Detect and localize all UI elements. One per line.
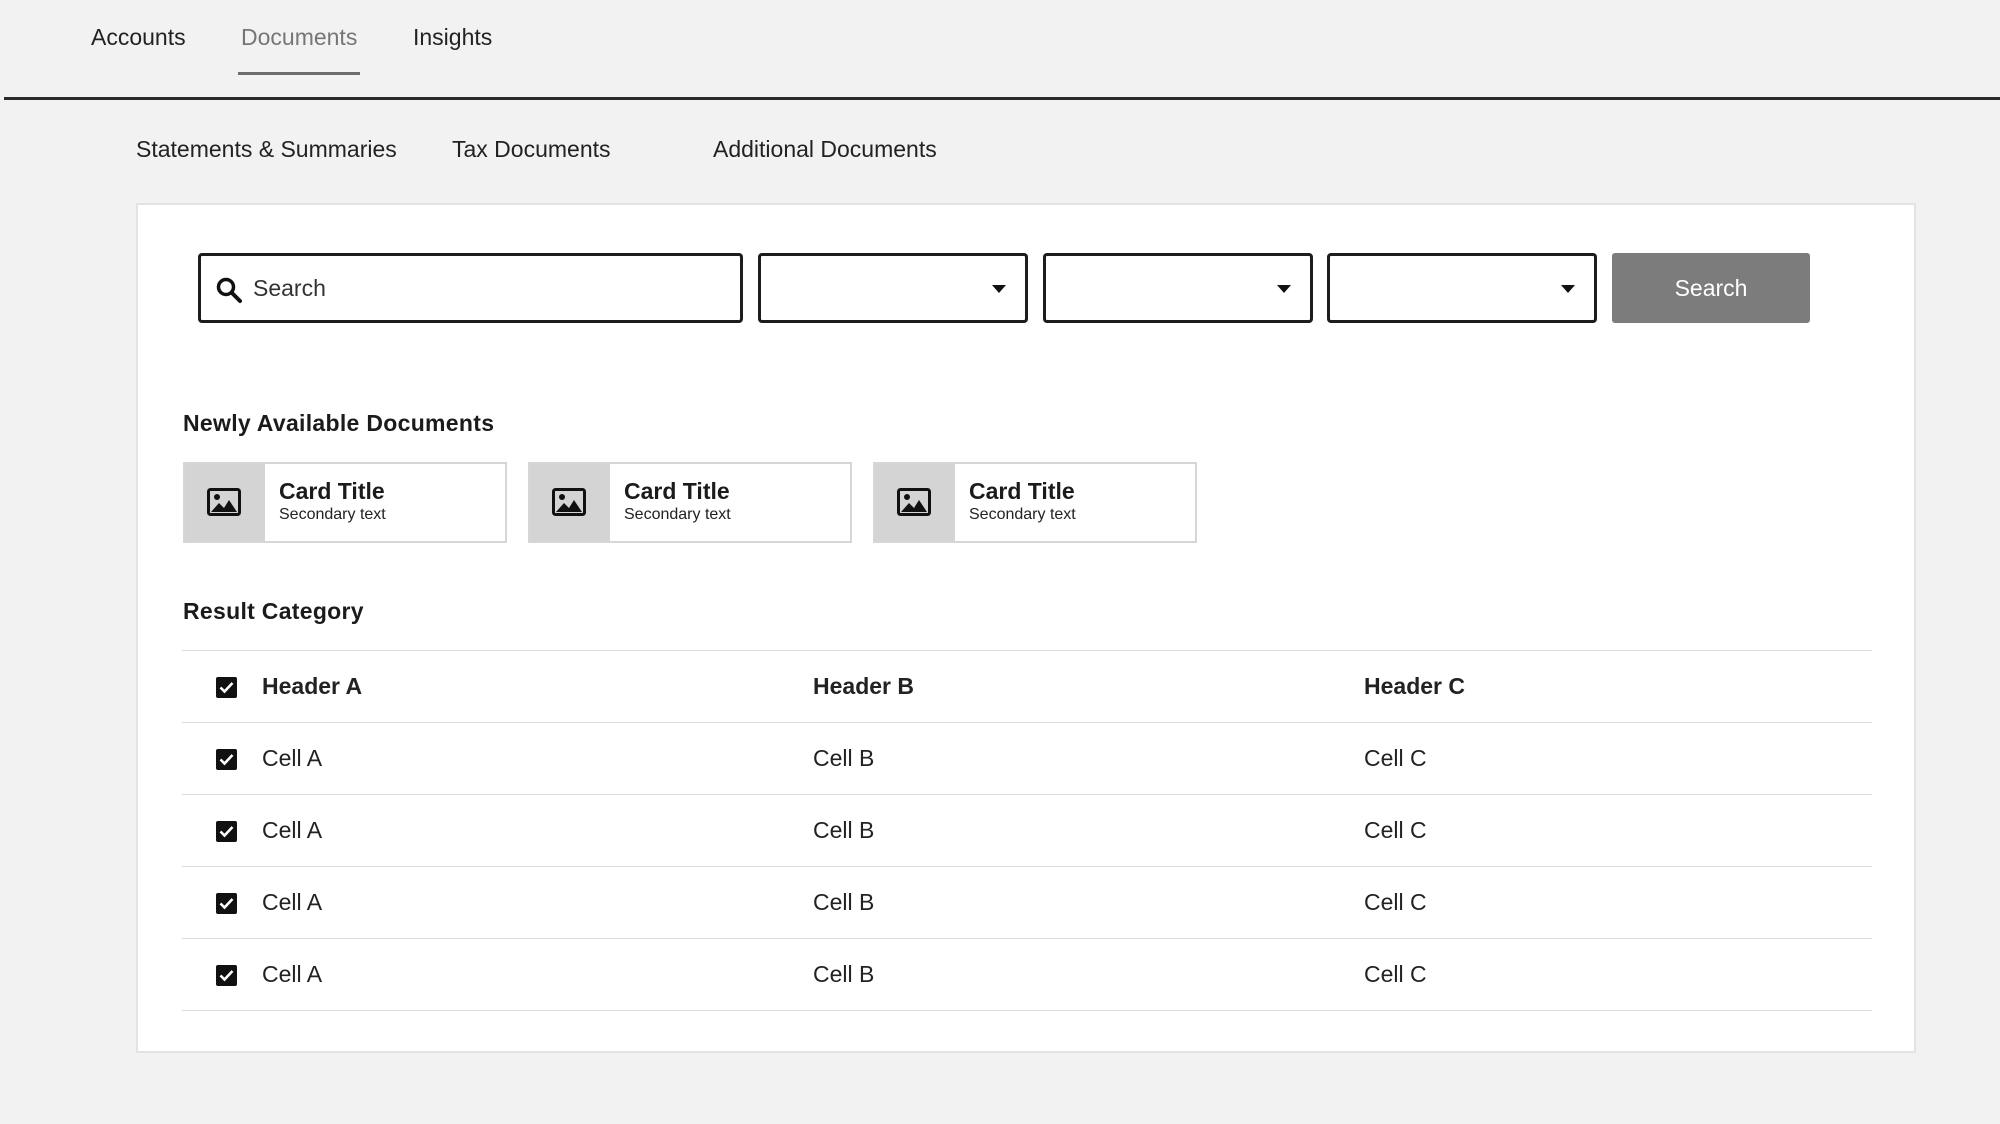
search-field[interactable] bbox=[198, 253, 743, 323]
check-icon bbox=[219, 970, 234, 982]
image-icon bbox=[897, 488, 931, 516]
cell-c: Cell C bbox=[1364, 817, 1427, 843]
cell-c: Cell C bbox=[1364, 961, 1427, 987]
card-title: Card Title bbox=[279, 478, 385, 504]
row-checkbox[interactable] bbox=[216, 965, 237, 986]
subtab-statements-summaries[interactable]: Statements & Summaries bbox=[136, 136, 397, 163]
card-secondary-text: Secondary text bbox=[279, 506, 386, 523]
cell-b: Cell B bbox=[813, 745, 875, 771]
filter-select-3[interactable] bbox=[1327, 253, 1597, 323]
check-icon bbox=[219, 754, 234, 766]
cell-a: Cell A bbox=[262, 745, 323, 771]
header-a[interactable]: Header A bbox=[262, 673, 362, 700]
card-thumbnail bbox=[185, 464, 265, 541]
image-icon bbox=[552, 488, 586, 516]
tab-accounts[interactable]: Accounts bbox=[91, 24, 186, 51]
cell-c: Cell C bbox=[1364, 745, 1427, 771]
cell-b: Cell B bbox=[813, 889, 875, 915]
cell-a: Cell A bbox=[262, 961, 323, 987]
card-thumbnail bbox=[530, 464, 610, 541]
check-icon bbox=[219, 682, 234, 694]
row-checkbox[interactable] bbox=[216, 749, 237, 770]
cell-a: Cell A bbox=[262, 817, 323, 843]
tab-insights[interactable]: Insights bbox=[413, 24, 492, 51]
check-icon bbox=[219, 898, 234, 910]
card-title: Card Title bbox=[969, 478, 1075, 504]
search-button[interactable]: Search bbox=[1612, 253, 1810, 323]
header-c[interactable]: Header C bbox=[1364, 673, 1465, 700]
tab-documents[interactable]: Documents bbox=[237, 24, 361, 75]
table-row[interactable]: Cell A Cell B Cell C bbox=[182, 938, 1872, 1011]
table-row[interactable]: Cell A Cell B Cell C bbox=[182, 722, 1872, 794]
caret-down-icon bbox=[1561, 285, 1575, 293]
image-icon bbox=[207, 488, 241, 516]
caret-down-icon bbox=[992, 285, 1006, 293]
select-all-checkbox[interactable] bbox=[216, 677, 237, 698]
cell-b: Cell B bbox=[813, 961, 875, 987]
document-card[interactable]: Card Title Secondary text bbox=[873, 462, 1197, 543]
table-row[interactable]: Cell A Cell B Cell C bbox=[182, 866, 1872, 938]
search-icon bbox=[216, 277, 242, 303]
check-icon bbox=[219, 826, 234, 838]
top-nav: Accounts Documents Insights bbox=[0, 0, 2000, 100]
cell-b: Cell B bbox=[813, 817, 875, 843]
table-header-row: Header A Header B Header C bbox=[182, 650, 1872, 722]
document-card[interactable]: Card Title Secondary text bbox=[183, 462, 507, 543]
result-category-heading: Result Category bbox=[183, 598, 364, 624]
card-title: Card Title bbox=[624, 478, 730, 504]
card-thumbnail bbox=[875, 464, 955, 541]
cell-a: Cell A bbox=[262, 889, 323, 915]
filter-select-1[interactable] bbox=[758, 253, 1028, 323]
caret-down-icon bbox=[1277, 285, 1291, 293]
subtab-tax-documents[interactable]: Tax Documents bbox=[452, 136, 611, 163]
card-secondary-text: Secondary text bbox=[969, 506, 1076, 523]
table-row[interactable]: Cell A Cell B Cell C bbox=[182, 794, 1872, 866]
search-input[interactable] bbox=[253, 268, 723, 308]
document-card[interactable]: Card Title Secondary text bbox=[528, 462, 852, 543]
row-checkbox[interactable] bbox=[216, 821, 237, 842]
card-secondary-text: Secondary text bbox=[624, 506, 731, 523]
filter-select-2[interactable] bbox=[1043, 253, 1313, 323]
subtab-additional-documents[interactable]: Additional Documents bbox=[713, 136, 937, 163]
cell-c: Cell C bbox=[1364, 889, 1427, 915]
results-table: Header A Header B Header C Cell A Cell B… bbox=[182, 650, 1872, 1011]
header-b[interactable]: Header B bbox=[813, 673, 914, 700]
new-docs-heading: Newly Available Documents bbox=[183, 410, 495, 436]
row-checkbox[interactable] bbox=[216, 893, 237, 914]
nav-divider bbox=[4, 97, 2000, 100]
